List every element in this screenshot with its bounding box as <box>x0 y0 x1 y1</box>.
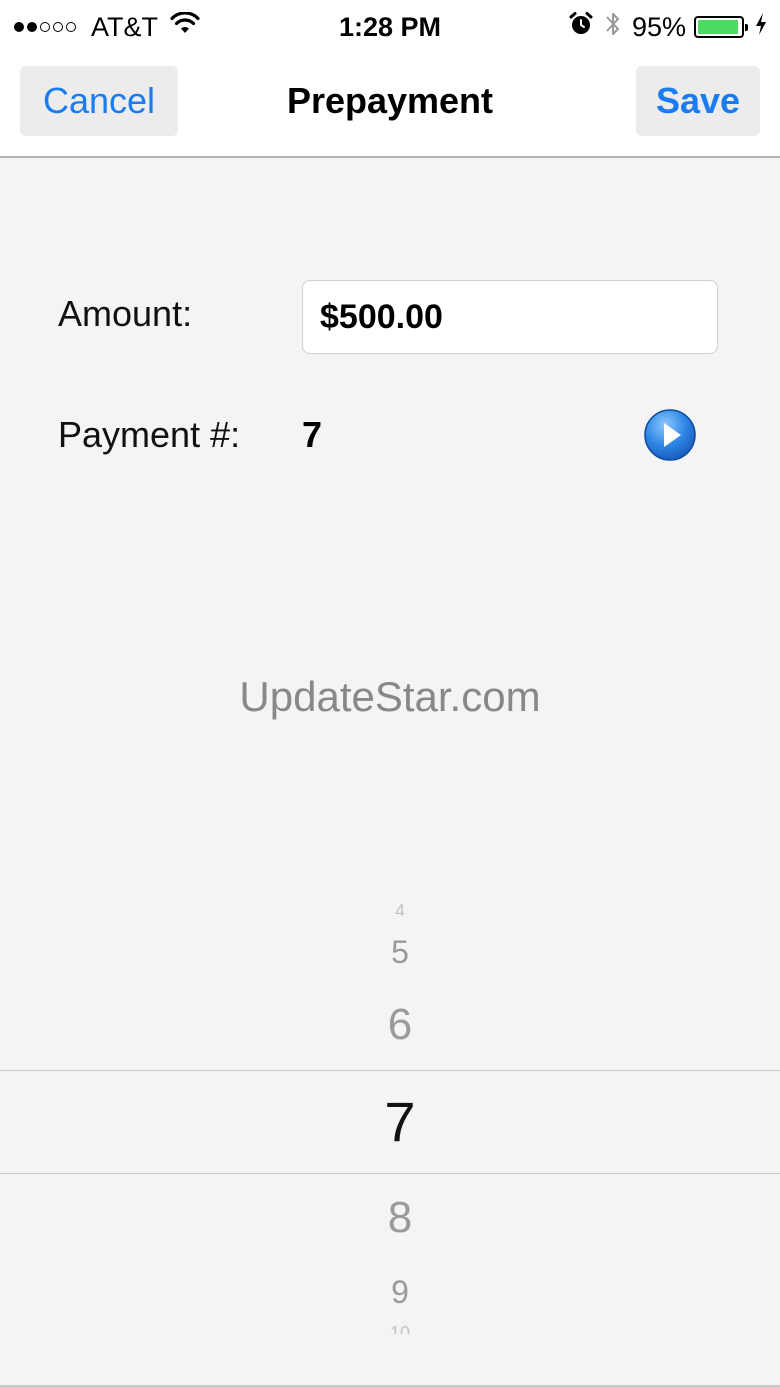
picker-item[interactable]: 8 <box>370 1193 430 1243</box>
payment-number-picker[interactable]: 4 5 6 7 8 9 10 <box>0 890 780 1360</box>
picker-item[interactable]: 5 <box>370 932 430 972</box>
picker-item[interactable]: 9 <box>370 1272 430 1312</box>
amount-label: Amount: <box>58 293 193 334</box>
picker-item[interactable]: 4 <box>370 904 430 916</box>
picker-selection-bottom-line <box>0 1173 780 1174</box>
battery-icon <box>694 16 748 38</box>
save-button[interactable]: Save <box>636 66 760 136</box>
alarm-icon <box>568 11 594 44</box>
status-right: 95% <box>558 10 768 44</box>
charging-icon <box>754 12 768 43</box>
payment-number-value[interactable]: 7 <box>302 413 322 457</box>
picker-selection-top-line <box>0 1070 780 1071</box>
battery-level <box>698 20 738 34</box>
battery-percent: 95% <box>631 11 686 42</box>
play-button[interactable] <box>643 408 697 462</box>
picker-item[interactable]: 6 <box>370 1000 430 1050</box>
picker-item-selected[interactable]: 7 <box>370 1090 430 1154</box>
bluetooth-icon <box>604 9 622 46</box>
payment-number-label: Payment #: <box>58 414 241 455</box>
play-icon <box>644 409 696 461</box>
amount-input[interactable]: $500.00 <box>302 280 718 354</box>
navigation-bar: Cancel Prepayment Save <box>0 54 780 158</box>
watermark-text: UpdateStar.com <box>239 673 541 720</box>
picker-item[interactable]: 10 <box>370 1326 430 1334</box>
status-bar: AT&T 1:28 PM 95% <box>0 0 780 54</box>
